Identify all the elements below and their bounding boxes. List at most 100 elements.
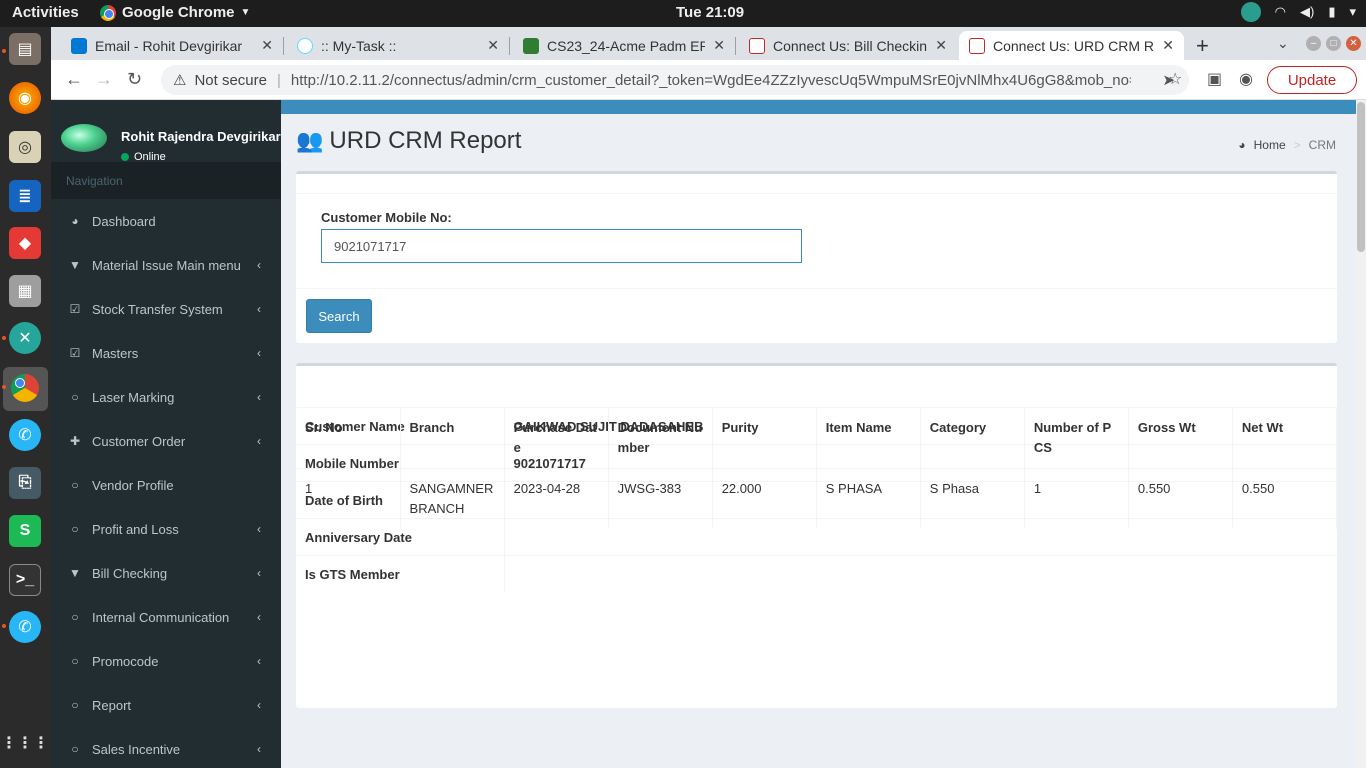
xmpp-client-icon[interactable]: ✕ <box>9 322 41 354</box>
update-button[interactable]: Update <box>1267 66 1357 94</box>
app-menu[interactable]: Google Chrome ▼ <box>100 4 250 21</box>
circle-icon: ○ <box>71 478 79 492</box>
calculator-icon[interactable]: ▦ <box>9 275 41 307</box>
sidebar: Rohit Rajendra Devgirikar Online Navigat… <box>51 100 281 768</box>
chevron-left-icon: ‹ <box>257 258 261 272</box>
minimize-button[interactable]: – <box>1306 36 1321 51</box>
browser-tab[interactable]: Email - Rohit Devgirikar ✕ <box>61 31 283 60</box>
firefox-icon[interactable]: ◉ <box>9 82 41 114</box>
close-window-button[interactable]: ✕ <box>1346 36 1361 51</box>
sidebar-item-laser-marking[interactable]: ○ Laser Marking ‹ <box>51 375 281 419</box>
back-button[interactable]: ← <box>65 69 83 90</box>
table-cell: S Phasa <box>920 468 1025 529</box>
security-label[interactable]: Not secure <box>194 72 267 89</box>
battery-icon: ▮ <box>1328 4 1336 19</box>
warning-icon[interactable]: ⚠ <box>173 71 186 89</box>
breadcrumb-separator: > <box>1293 138 1301 152</box>
scrollbar-thumb[interactable] <box>1357 102 1365 252</box>
spreadsheet-icon[interactable]: S <box>9 515 41 547</box>
tab-separator <box>283 37 284 55</box>
wifi-icon: ◠ <box>1274 4 1286 19</box>
bookmark-star-icon[interactable]: ☆ <box>1168 69 1182 89</box>
circle-icon: ○ <box>71 610 79 624</box>
activities-button[interactable]: Activities <box>12 4 79 21</box>
maximize-button[interactable]: □ <box>1326 36 1341 51</box>
mobile-number-input[interactable] <box>321 229 802 263</box>
column-header: Branch <box>400 407 505 469</box>
clock[interactable]: Tue 21:09 <box>676 4 744 21</box>
page-scrollbar[interactable] <box>1356 100 1366 768</box>
terminal-icon[interactable]: >_ <box>9 564 41 596</box>
system-top-bar: Activities Google Chrome ▼ Tue 21:09 ◠ ◀… <box>0 0 1366 27</box>
writer-icon[interactable]: ≣ <box>9 180 41 212</box>
users-icon: 👥 <box>296 128 324 153</box>
anydesk-icon[interactable]: ◆ <box>9 227 41 259</box>
report-box: Customer Name GAIKWAD SUJIT DADASAHEB Mob… <box>296 363 1338 708</box>
profile-icon[interactable]: ◉ <box>1239 69 1253 89</box>
close-icon[interactable]: ✕ <box>261 37 273 54</box>
sidebar-item-profit-loss[interactable]: ○ Profit and Loss ‹ <box>51 507 281 551</box>
new-tab-button[interactable]: + <box>1196 33 1209 59</box>
browser-tab[interactable]: Connect Us: Bill Checkin ✕ <box>739 31 957 60</box>
purchases-table: Sr. No Branch Purchase Date Document Num… <box>296 407 1338 529</box>
table-cell: 22.000 <box>712 468 817 529</box>
chrome-dock-icon[interactable] <box>9 372 41 404</box>
tab-title: Connect Us: Bill Checkin <box>773 37 928 54</box>
sidebar-item-promocode[interactable]: ○ Promocode ‹ <box>51 639 281 683</box>
xmpp-tray-icon[interactable] <box>1240 2 1261 22</box>
forward-button[interactable]: → <box>95 69 113 90</box>
volume-icon: ◀) <box>1299 4 1315 19</box>
address-bar[interactable]: ⚠ Not secure | http://10.2.11.2/connectu… <box>161 65 1189 95</box>
url-text[interactable]: http://10.2.11.2/connectus/admin/crm_cus… <box>291 72 1131 89</box>
side-panel-icon[interactable]: ▣ <box>1207 69 1222 89</box>
browser-tab[interactable]: :: My-Task :: ✕ <box>287 31 509 60</box>
browser-tab-active[interactable]: Connect Us: URD CRM R ✕ <box>959 31 1184 60</box>
reload-button[interactable]: ↻ <box>127 69 142 90</box>
breadcrumb-home[interactable]: Home <box>1254 138 1286 152</box>
sidebar-item-internal-communication[interactable]: ○ Internal Communication ‹ <box>51 595 281 639</box>
phone-icon[interactable]: ✆ <box>9 419 41 451</box>
sidebar-item-bill-checking[interactable]: ▼ Bill Checking ‹ <box>51 551 281 595</box>
sidebar-item-vendor-profile[interactable]: ○ Vendor Profile <box>51 463 281 507</box>
sidebar-item-label: Dashboard <box>92 213 156 229</box>
close-icon[interactable]: ✕ <box>487 37 499 54</box>
sidebar-item-material-issue[interactable]: ▼ Material Issue Main menu ‹ <box>51 243 281 287</box>
phone-icon[interactable]: ✆ <box>9 611 41 643</box>
mobile-label: Customer Mobile No: <box>321 210 452 225</box>
close-icon[interactable]: ✕ <box>713 37 725 54</box>
user-status: Online <box>121 152 166 162</box>
search-button[interactable]: Search <box>306 299 372 333</box>
sidebar-item-label: Customer Order <box>92 433 186 449</box>
nav-header: Navigation <box>51 162 281 199</box>
audio-app-icon[interactable]: ◎ <box>9 131 41 163</box>
close-icon[interactable]: ✕ <box>1162 37 1174 54</box>
app-grid-icon[interactable]: ⋮⋮⋮ <box>1 727 49 759</box>
sidebar-item-dashboard[interactable]: ◕ Dashboard <box>51 199 281 243</box>
running-indicator <box>2 336 6 340</box>
system-tray[interactable]: ◠ ◀) ▮ ▾ <box>1240 2 1356 22</box>
divider: | <box>277 71 281 89</box>
search-box: Customer Mobile No: Search <box>296 171 1337 343</box>
sidebar-item-label: Report <box>92 697 132 713</box>
tab-title: CS23_24-Acme Padm ER <box>547 37 706 54</box>
react-icon <box>297 37 313 54</box>
chevron-left-icon: ‹ <box>257 346 261 360</box>
field-value <box>504 555 1337 593</box>
close-icon[interactable]: ✕ <box>935 37 947 54</box>
tab-search-chevron-icon[interactable]: ⌄ <box>1277 35 1289 52</box>
remote-desktop-icon[interactable]: ⎘ <box>9 467 41 499</box>
connectus-icon <box>749 37 765 54</box>
page-title: 👥 URD CRM Report <box>296 127 521 155</box>
sidebar-item-sales-incentive[interactable]: ○ Sales Incentive ‹ <box>51 727 281 768</box>
browser-tab[interactable]: CS23_24-Acme Padm ER ✕ <box>513 31 735 60</box>
column-header: Number of PCS <box>1024 407 1129 469</box>
circle-icon: ○ <box>71 698 79 712</box>
sidebar-item-report[interactable]: ○ Report ‹ <box>51 683 281 727</box>
plus-icon: ✚ <box>69 434 81 448</box>
sidebar-item-stock-transfer[interactable]: ☑ Stock Transfer System ‹ <box>51 287 281 331</box>
chevron-left-icon: ‹ <box>257 434 261 448</box>
app-header-bar <box>281 100 1356 114</box>
files-icon[interactable]: ▤ <box>9 33 41 65</box>
sidebar-item-masters[interactable]: ☑ Masters ‹ <box>51 331 281 375</box>
sidebar-item-customer-order[interactable]: ✚ Customer Order ‹ <box>51 419 281 463</box>
